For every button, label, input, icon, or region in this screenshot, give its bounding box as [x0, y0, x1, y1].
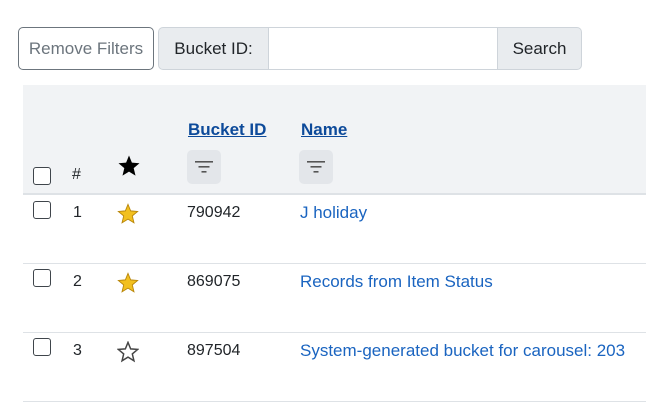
- row-number: 3: [73, 342, 82, 359]
- bucket-name-link[interactable]: J holiday: [300, 200, 630, 225]
- row-checkbox[interactable]: [33, 201, 51, 219]
- row-checkbox[interactable]: [33, 269, 51, 287]
- star-outline-icon[interactable]: [116, 340, 140, 368]
- bucket-id-filter-button[interactable]: [187, 150, 221, 184]
- filter-icon: [195, 161, 213, 173]
- name-filter-button[interactable]: [299, 150, 333, 184]
- row-number: 1: [73, 204, 82, 221]
- row-checkbox[interactable]: [33, 338, 51, 356]
- filter-icon: [307, 161, 325, 173]
- search-button[interactable]: Search: [498, 27, 582, 70]
- bucket-id-search-group: Bucket ID: Search: [158, 27, 582, 70]
- bucket-id-input[interactable]: [268, 27, 498, 70]
- table-row: 3 897504 System-generated bucket for car…: [23, 333, 646, 402]
- column-header-name[interactable]: Name: [301, 120, 347, 140]
- bucket-name-link[interactable]: Records from Item Status: [300, 269, 630, 294]
- bucket-id-cell: 869075: [187, 273, 241, 290]
- bucket-id-cell: 897504: [187, 342, 241, 359]
- table-row: 2 869075 Records from Item Status: [23, 264, 646, 333]
- star-icon: [117, 154, 141, 183]
- select-all-checkbox[interactable]: [33, 167, 51, 185]
- star-filled-icon[interactable]: [117, 272, 139, 299]
- column-header-bucket-id[interactable]: Bucket ID: [188, 120, 266, 140]
- remove-filters-button[interactable]: Remove Filters: [18, 27, 154, 70]
- column-header-number: #: [72, 166, 81, 183]
- row-number: 2: [73, 273, 82, 290]
- star-filled-icon[interactable]: [117, 203, 139, 230]
- table-header: # Bucket ID Name: [23, 85, 646, 195]
- bucket-name-link[interactable]: System-generated bucket for carousel: 20…: [300, 338, 630, 363]
- table-row: 1 790942 J holiday: [23, 195, 646, 264]
- filter-bar: Remove Filters Bucket ID: Search: [18, 27, 582, 70]
- bucket-id-label: Bucket ID:: [158, 27, 268, 70]
- bucket-id-cell: 790942: [187, 204, 241, 221]
